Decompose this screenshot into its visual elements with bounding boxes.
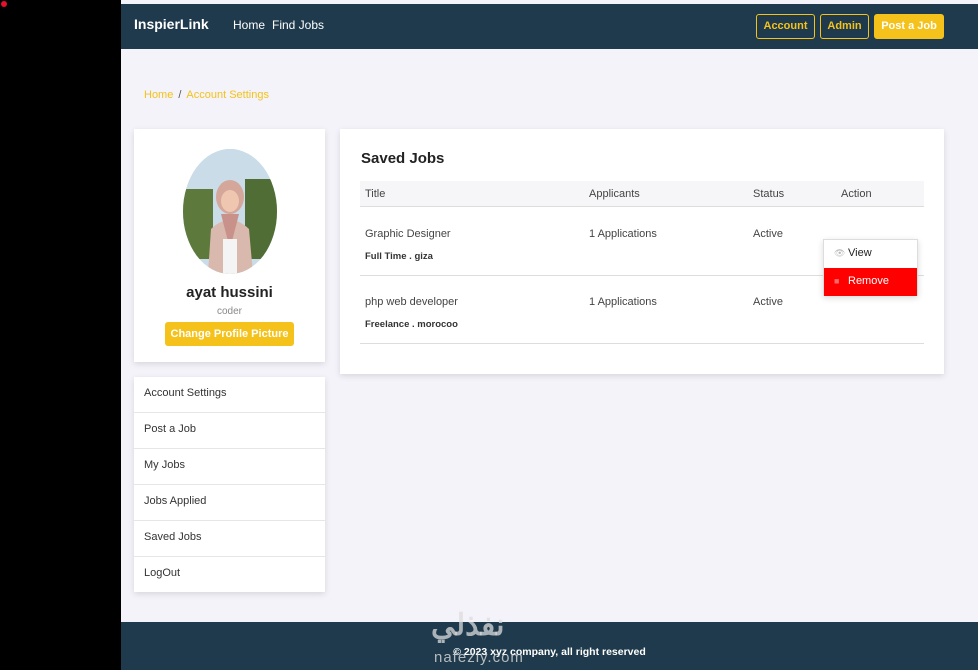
change-profile-picture-button[interactable]: Change Profile Picture — [165, 322, 294, 346]
column-title: Title — [365, 188, 386, 200]
column-action: Action — [841, 188, 872, 200]
app-window: InspierLink Home Find Jobs Account Admin… — [121, 0, 978, 670]
breadcrumb: Home / Account Settings — [144, 89, 272, 101]
indicator-dot — [1, 1, 7, 7]
job-subtitle: Freelance . morocoo — [365, 319, 458, 330]
job-title[interactable]: php web developer — [365, 296, 458, 308]
job-status: Active — [753, 296, 783, 308]
sidebar-item-post-job[interactable]: Post a Job — [134, 413, 325, 449]
account-button[interactable]: Account — [756, 14, 815, 39]
sidebar-menu: Account Settings Post a Job My Jobs Jobs… — [134, 377, 325, 592]
job-status: Active — [753, 228, 783, 240]
avatar — [183, 149, 277, 274]
action-dropdown-menu: 👁 View ■ Remove — [823, 239, 918, 296]
column-applicants: Applicants — [589, 188, 640, 200]
brand-logo[interactable]: InspierLink — [134, 16, 209, 32]
post-job-button[interactable]: Post a Job — [874, 14, 944, 39]
profile-card: ayat hussini coder Change Profile Pictur… — [134, 129, 325, 362]
navbar: InspierLink Home Find Jobs Account Admin… — [121, 4, 978, 49]
breadcrumb-home[interactable]: Home — [144, 89, 173, 101]
job-title[interactable]: Graphic Designer — [365, 228, 451, 240]
column-status: Status — [753, 188, 785, 200]
sidebar-item-saved-jobs[interactable]: Saved Jobs — [134, 521, 325, 557]
saved-jobs-card: Saved Jobs Title Applicants Status Actio… — [340, 129, 944, 374]
view-menu-item[interactable]: 👁 View — [824, 240, 917, 268]
sidebar-item-logout[interactable]: LogOut — [134, 557, 325, 593]
sidebar-item-jobs-applied[interactable]: Jobs Applied — [134, 485, 325, 521]
sidebar-item-my-jobs[interactable]: My Jobs — [134, 449, 325, 485]
job-subtitle: Full Time . giza — [365, 251, 433, 262]
eye-icon: 👁 — [834, 248, 846, 258]
watermark-arabic: نفذلي — [431, 609, 505, 642]
footer-copyright: © 2023 xyz company, all right reserved — [453, 646, 646, 658]
view-label: View — [848, 247, 872, 259]
job-applicants: 1 Applications — [589, 228, 657, 240]
remove-menu-item[interactable]: ■ Remove — [824, 268, 917, 296]
footer: © 2023 xyz company, all right reserved — [121, 622, 978, 670]
profile-name: ayat hussini — [186, 284, 273, 301]
admin-button[interactable]: Admin — [820, 14, 869, 39]
nav-link-find-jobs[interactable]: Find Jobs — [272, 18, 324, 32]
breadcrumb-current: Account Settings — [186, 89, 269, 101]
table-header: Title Applicants Status Action — [360, 181, 924, 207]
breadcrumb-separator: / — [178, 89, 182, 101]
watermark-latin: nafezly.com — [434, 649, 524, 666]
nav-link-home[interactable]: Home — [233, 18, 265, 32]
saved-jobs-title: Saved Jobs — [361, 150, 445, 167]
remove-label: Remove — [848, 275, 889, 287]
profile-role: coder — [216, 306, 242, 317]
sidebar-item-account-settings[interactable]: Account Settings — [134, 377, 325, 413]
job-applicants: 1 Applications — [589, 296, 657, 308]
trash-icon: ■ — [834, 276, 840, 286]
